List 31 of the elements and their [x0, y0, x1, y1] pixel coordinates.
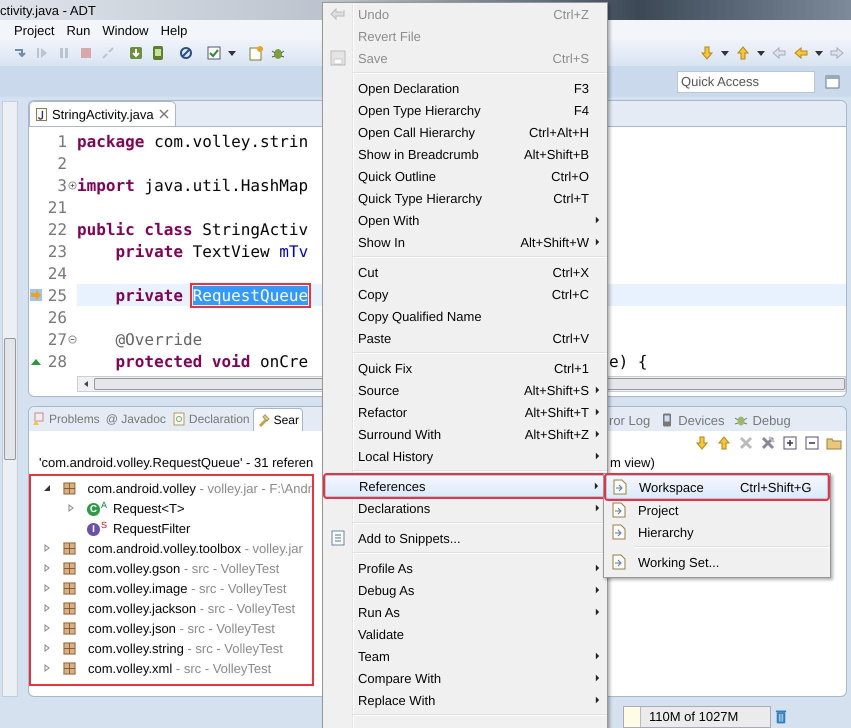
- tab-label: StringActivity.java: [52, 106, 154, 122]
- line-number: 22: [46, 220, 67, 238]
- code-text: mTv: [279, 242, 308, 260]
- line-number: 26: [46, 308, 67, 326]
- line-number: 1: [56, 132, 67, 150]
- code-text: public class: [77, 220, 193, 238]
- line-number: 24: [46, 264, 67, 282]
- memory-text: 110M of 1027M: [649, 709, 738, 724]
- code-text: private: [116, 242, 183, 260]
- code-text: import: [77, 176, 135, 194]
- code-text: e) {: [609, 352, 648, 370]
- line-number: 2: [56, 154, 67, 172]
- search-summary: m view): [610, 454, 655, 470]
- line-number: 23: [46, 242, 67, 260]
- line-number: 25: [46, 286, 67, 304]
- code-text: protected void: [116, 352, 250, 370]
- code-text: onCre: [259, 352, 308, 370]
- selected-text: RequestQueue: [192, 286, 308, 304]
- line-number: 28: [46, 352, 67, 370]
- line-number: 3: [56, 176, 67, 194]
- code-text: @Override: [116, 330, 202, 348]
- line-number: 21: [46, 198, 67, 216]
- window-title: ctivity.java - ADT: [0, 2, 96, 18]
- code-text: StringActiv: [201, 220, 308, 238]
- line-number: 27: [46, 330, 67, 348]
- code-text: com.volley.strin: [153, 132, 308, 150]
- code-text: TextView: [192, 242, 271, 260]
- search-summary: 'com.android.volley.RequestQueue' - 31 referen: [39, 454, 314, 470]
- code-text: java.util.HashMap: [143, 176, 308, 194]
- code-text: private: [116, 286, 183, 304]
- code-text: package: [77, 132, 144, 150]
